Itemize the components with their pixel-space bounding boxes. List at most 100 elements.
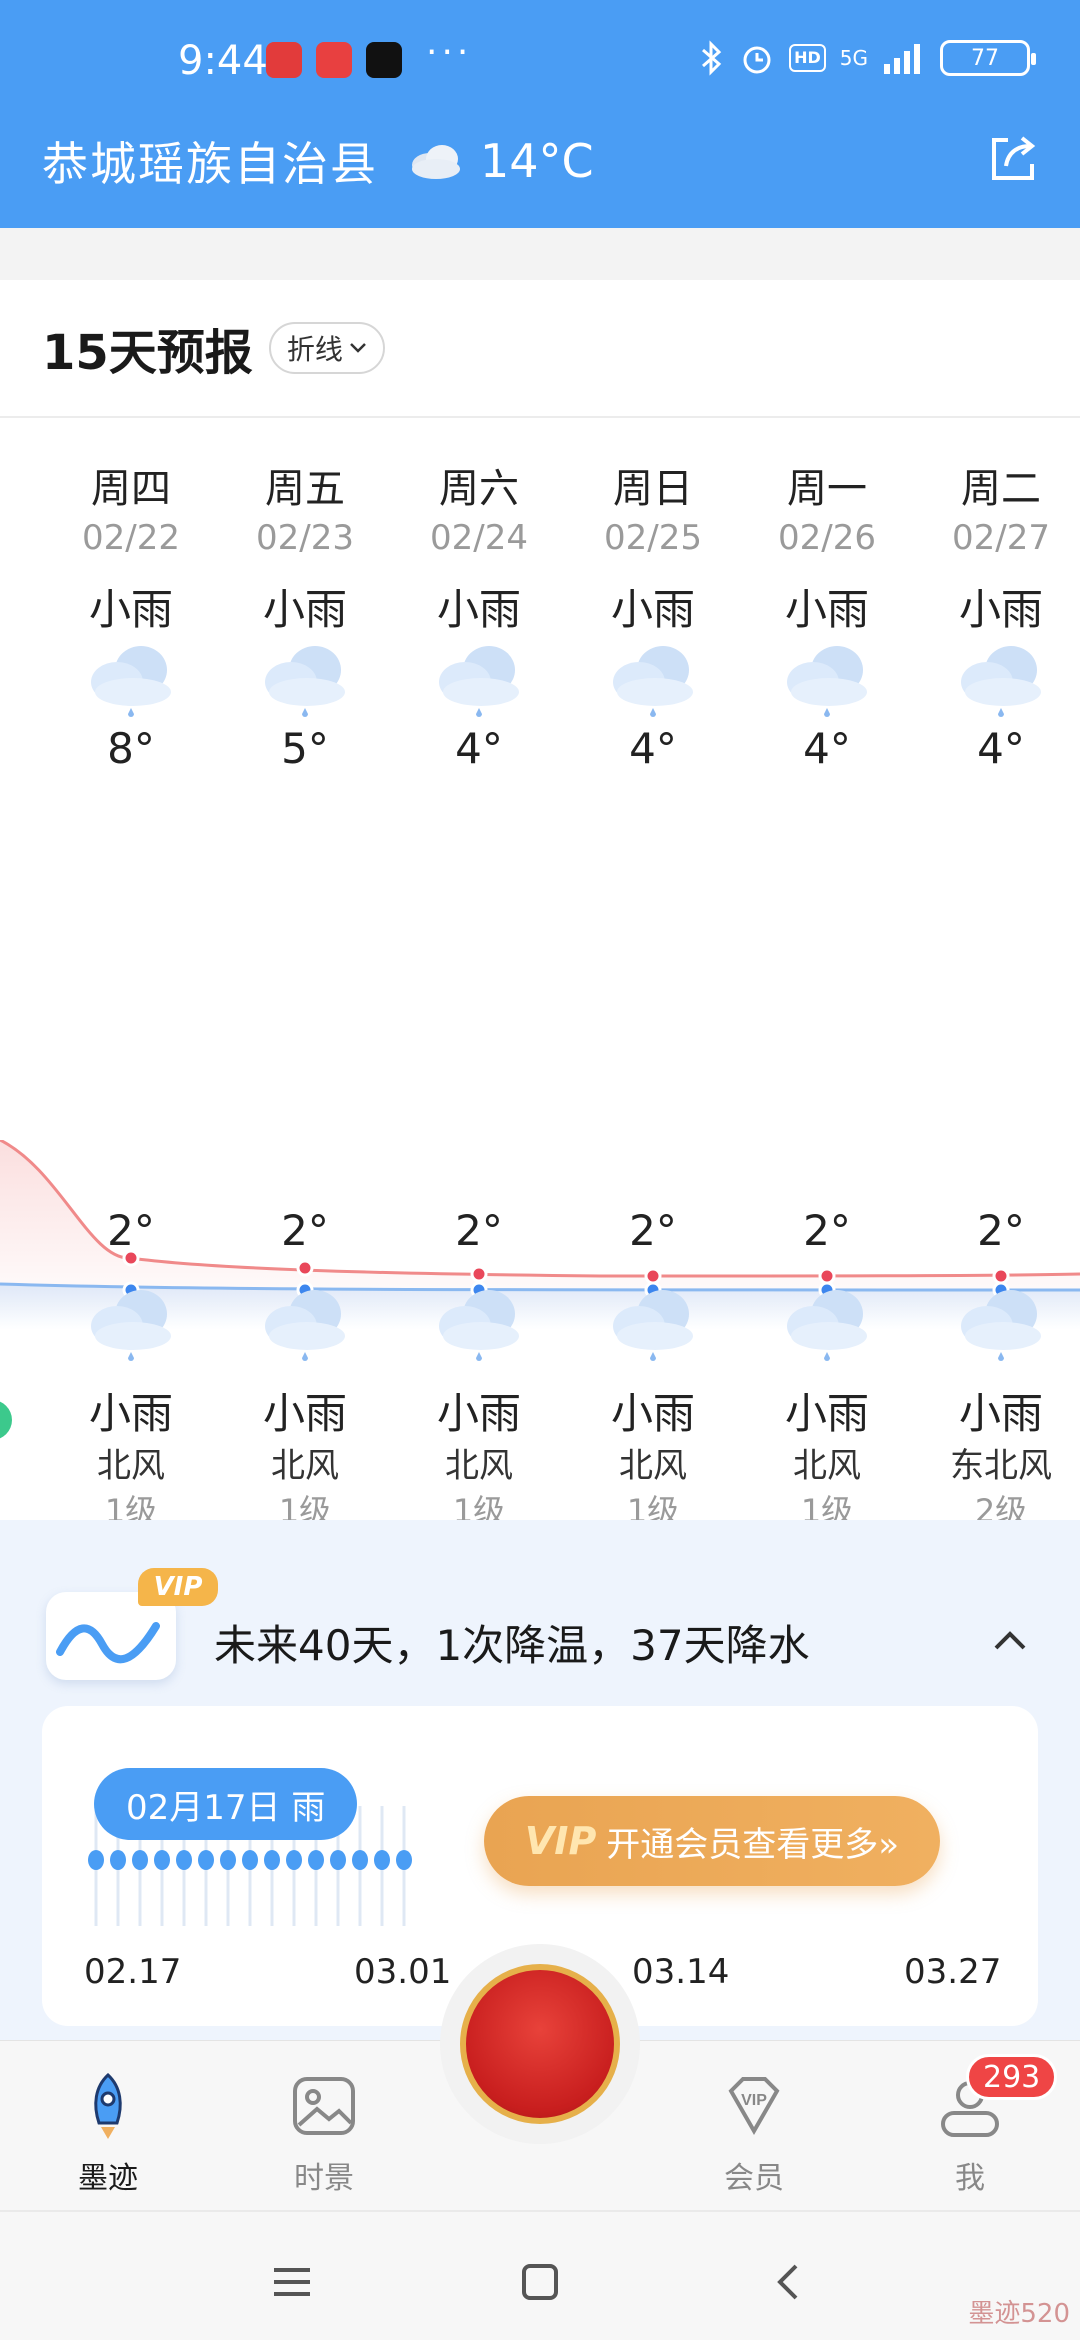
night-weather: 小雨 <box>88 1389 173 1438</box>
rain-cloud-icon <box>439 1290 519 1361</box>
network-type: 5G <box>839 46 868 70</box>
day-weather: 小雨 <box>262 585 347 634</box>
nav-vip[interactable]: VIP 会员 <box>684 2069 824 2197</box>
rain-cloud-icon <box>91 646 171 717</box>
tiktok-icon <box>366 42 402 78</box>
battery-indicator: 77 <box>940 40 1036 76</box>
day-weekday: 周日 <box>613 466 693 512</box>
vip-button-tag: VIP <box>524 1819 597 1863</box>
day-weather: 小雨 <box>784 585 869 634</box>
rain-cloud-icon <box>265 1290 345 1361</box>
back-icon[interactable] <box>758 2252 818 2312</box>
title-bar: 恭城瑶族自治县 14°C <box>42 126 1042 196</box>
trend-axis-label: 03.01 <box>354 1952 452 1992</box>
day-weekday: 周四 <box>91 466 171 512</box>
trend-summary-row[interactable]: VIP 未来40天，1次降温，37天降水 <box>42 1562 1042 1692</box>
signal-icon <box>884 44 920 74</box>
trend-summary-text: 未来40天，1次降温，37天降水 <box>214 1621 810 1670</box>
nav-label: 我 <box>955 2161 985 2196</box>
app-notification-icon <box>266 42 302 78</box>
day-high-temp: 8° <box>107 724 155 773</box>
wind-direction: 北风 <box>271 1446 339 1486</box>
forecast-title: 15天预报 <box>42 325 253 381</box>
day-date: 02/23 <box>256 518 354 558</box>
day-low-temp: 2° <box>977 1206 1025 1255</box>
home-icon[interactable] <box>510 2252 570 2312</box>
festival-drum-icon <box>460 1964 620 2124</box>
high-temp-point <box>296 1259 314 1277</box>
day-weekday: 周一 <box>787 466 867 512</box>
trend-axis-label: 02.17 <box>84 1952 182 1992</box>
rain-drop-marker <box>110 1850 126 1870</box>
day-high-temp: 5° <box>281 724 329 773</box>
rain-drop-marker <box>198 1850 214 1870</box>
rocket-icon <box>94 2072 122 2139</box>
rain-drop-marker <box>264 1850 280 1870</box>
wind-direction: 北风 <box>445 1446 513 1486</box>
trend-axis-label: 03.14 <box>632 1952 730 1992</box>
wind-direction: 北风 <box>619 1446 687 1486</box>
day-date: 02/24 <box>430 518 528 558</box>
app-header: 9:44 ··· HD 5G 77 恭城瑶族自治县 14°C <box>0 0 1080 228</box>
nav-scenery[interactable]: 时景 <box>254 2069 394 2197</box>
rain-drop-marker <box>154 1850 170 1870</box>
vip-button-label: 开通会员查看更多» <box>606 1824 900 1865</box>
current-temperature: 14°C <box>480 134 594 188</box>
rain-drop-marker <box>88 1850 104 1870</box>
night-weather: 小雨 <box>436 1389 521 1438</box>
rain-drop-marker <box>308 1850 324 1870</box>
photo-icon <box>293 2077 355 2135</box>
cloud-icon <box>412 145 460 179</box>
wind-direction: 东北风 <box>950 1446 1052 1486</box>
city-name[interactable]: 恭城瑶族自治县 <box>42 128 378 194</box>
nav-label: 墨迹 <box>78 2161 138 2196</box>
day-low-temp: 2° <box>281 1206 329 1255</box>
day-low-temp: 2° <box>803 1206 851 1255</box>
night-weather: 小雨 <box>784 1389 869 1438</box>
watermark: 墨迹520 <box>968 2299 1070 2329</box>
rain-drop-marker <box>176 1850 192 1870</box>
nav-moji[interactable]: 墨迹 <box>38 2069 178 2197</box>
vip-tag: VIP <box>138 1568 218 1606</box>
chevron-up-icon[interactable] <box>988 1618 1032 1662</box>
day-weekday: 周五 <box>265 466 345 512</box>
chart-mode-dropdown[interactable]: 折线 <box>268 322 385 374</box>
wind-direction: 北风 <box>97 1446 165 1486</box>
rain-cloud-icon <box>787 1290 867 1361</box>
nav-label: 会员 <box>724 2161 784 2196</box>
center-feature-button[interactable] <box>440 1944 640 2144</box>
status-bar: 9:44 ··· HD 5G 77 <box>0 32 1080 88</box>
notification-badge: 293 <box>966 2054 1058 2100</box>
wind-direction: 北风 <box>793 1446 861 1486</box>
rain-drop-marker <box>242 1850 258 1870</box>
rain-drop-marker <box>374 1850 390 1870</box>
svg-text:VIP: VIP <box>741 2092 767 2109</box>
chart-mode-label: 折线 <box>286 333 343 366</box>
share-icon[interactable] <box>984 130 1042 188</box>
day-weather: 小雨 <box>88 585 173 634</box>
rain-cloud-icon <box>613 646 693 717</box>
night-weather: 小雨 <box>610 1389 695 1438</box>
forecast-header: 15天预报 折线 <box>0 280 1080 418</box>
rain-drop-marker <box>132 1850 148 1870</box>
day-high-temp: 4° <box>977 724 1025 773</box>
day-low-temp: 2° <box>455 1206 503 1255</box>
menu-icon[interactable] <box>262 2252 322 2312</box>
chevron-down-icon <box>349 343 366 353</box>
night-weather: 小雨 <box>262 1389 347 1438</box>
selected-date-pill: 02月17日 雨 <box>94 1768 358 1840</box>
day-weather: 小雨 <box>958 585 1043 634</box>
trend-axis-label: 03.27 <box>904 1952 1002 1992</box>
rain-cloud-icon <box>613 1290 693 1361</box>
status-time: 9:44 <box>178 38 268 84</box>
rain-cloud-icon <box>265 646 345 717</box>
night-weather: 小雨 <box>958 1389 1043 1438</box>
high-temp-point <box>644 1267 662 1285</box>
rain-cloud-icon <box>961 646 1041 717</box>
more-notifications-icon: ··· <box>426 32 473 73</box>
vip-more-button[interactable]: VIP 开通会员查看更多» <box>484 1796 940 1886</box>
bluetooth-icon <box>702 40 722 76</box>
rain-cloud-icon <box>787 646 867 717</box>
nav-label: 时景 <box>294 2161 354 2196</box>
rain-cloud-icon <box>91 1290 171 1361</box>
